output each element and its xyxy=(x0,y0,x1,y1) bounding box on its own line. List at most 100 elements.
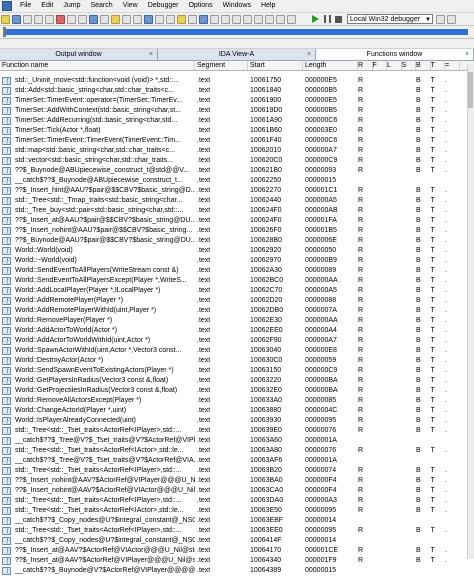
hex-icon[interactable] xyxy=(100,14,109,24)
column-start[interactable]: Start xyxy=(248,61,303,70)
struct-icon[interactable] xyxy=(111,14,120,24)
table-row[interactable]: f TimerSet::AddWithContext(std::basic_str… xyxy=(0,106,468,116)
table-row[interactable]: f ??$_Insert_at@AAU?$pair@$$CBV?$basic_st… xyxy=(0,216,468,226)
script-icon[interactable] xyxy=(177,14,186,24)
table-row[interactable]: f World::World(void) .text 10062920 00000050… xyxy=(0,246,468,256)
enum-icon[interactable] xyxy=(122,14,131,24)
table-row[interactable]: f std::_Tree<std::_Tmap_traits<std::basic… xyxy=(0,196,468,206)
close-icon[interactable]: × xyxy=(307,49,311,60)
table-row[interactable]: f World::~World(void) .text 10062970 000000B… xyxy=(0,256,468,266)
xref-icon[interactable] xyxy=(133,14,142,24)
table-row[interactable]: f __catch$??$_Tree@V?$_Tset_traits@V?$Act… xyxy=(0,436,468,446)
pause-icon[interactable] xyxy=(324,15,331,23)
strings-icon[interactable] xyxy=(155,14,164,24)
array-icon[interactable] xyxy=(254,14,263,24)
menu-jump[interactable]: Jump xyxy=(58,0,85,12)
column-flag-s[interactable]: S xyxy=(402,61,416,70)
debugger-options-icon[interactable] xyxy=(436,14,445,24)
table-row[interactable]: f std::_Tree<std::_Tset_traits<ActorRef<I… xyxy=(0,466,468,476)
table-row[interactable]: f World::DestroyActor(Actor *) .text 100630… xyxy=(0,356,468,366)
graph-icon[interactable] xyxy=(89,14,98,24)
table-row[interactable]: f World::AddLocalPlayer(Player *,ILocalPl… xyxy=(0,286,468,296)
table-row[interactable]: f ??$_Insert_nohint@AAU?$pair@$$CBV?$basi… xyxy=(0,226,468,236)
undefine-icon[interactable] xyxy=(243,14,252,24)
table-row[interactable]: f World::IsPlayerAlreadyConnected(uint) .t… xyxy=(0,416,468,426)
table-row[interactable]: f ??$_Buynode@AAU?$pair@$$CBV?$basic_stri… xyxy=(0,236,468,246)
table-row[interactable]: f World::AddRemotePlayer(Player *) .text 10… xyxy=(0,296,468,306)
breakpoint-icon[interactable] xyxy=(56,14,65,24)
table-row[interactable]: f World::RemoveAllActorsExcept(Player *).… xyxy=(0,396,468,406)
table-row[interactable]: f std::_Tree_buy<std::pair<std::basic_str… xyxy=(0,206,468,216)
menu-edit[interactable]: Edit xyxy=(36,0,58,12)
rename-icon[interactable] xyxy=(276,14,285,24)
nav-band-strip[interactable] xyxy=(6,29,468,35)
table-row[interactable]: f std::_Tree<std::_Tset_traits<ActorRef<I… xyxy=(0,496,468,506)
stop-icon[interactable] xyxy=(335,15,342,23)
table-row[interactable]: f std::_Tree<std::_Tset_traits<ActorRef<I… xyxy=(0,446,468,456)
table-row[interactable]: f World::SendEventToAllPlayersExcept(Play… xyxy=(0,276,468,286)
menu-search[interactable]: Search xyxy=(85,0,117,12)
table-row[interactable]: f World::GetProjectilesInRadius(Vector3 c… xyxy=(0,386,468,396)
text-search-icon[interactable] xyxy=(78,14,87,24)
table-row[interactable]: f __catch$??$_Buynode@V?$ActorRef@VIPlaye… xyxy=(0,566,468,576)
column-flag-t[interactable]: T xyxy=(431,61,445,70)
table-row[interactable]: f ??$_Insert_at@AAV?$ActorRef@VIPlayer@@@… xyxy=(0,556,468,566)
table-row[interactable]: f TimerSet::Tick(Actor *,float) .text 10061… xyxy=(0,126,468,136)
names-icon[interactable] xyxy=(144,14,153,24)
close-icon[interactable]: × xyxy=(465,49,469,60)
table-row[interactable]: f ??$_Insert_at@AAV?$ActorRef@VIActor@@@U… xyxy=(0,546,468,556)
data-icon[interactable] xyxy=(232,14,241,24)
table-row[interactable]: f std::map<std::basic_string<char,std::ch… xyxy=(0,146,468,156)
tab-functions-window[interactable]: Functions window × xyxy=(316,49,474,60)
table-row[interactable]: f TimerSet::AddRecurring(std::basic_strin… xyxy=(0,116,468,126)
table-row[interactable]: f std::_Uninit_move<std::function<void (v… xyxy=(0,76,468,86)
jump-icon[interactable] xyxy=(45,14,54,24)
table-row[interactable]: f __catch$??$_Tree@V?$_Tset_traits@V?$Act… xyxy=(0,456,468,466)
back-icon[interactable] xyxy=(23,14,32,24)
menu-view[interactable]: View xyxy=(118,0,143,12)
table-row[interactable]: f std::_Tree<std::_Tset_traits<ActorRef<I… xyxy=(0,526,468,536)
column-segment[interactable]: Segment xyxy=(195,61,248,70)
table-row[interactable]: f World::AddRemotePlayerWithId(uint,Playe… xyxy=(0,306,468,316)
save-icon[interactable] xyxy=(12,14,21,24)
table-row[interactable]: f __catch$??$_Copy_nodes@U?$integral_cons… xyxy=(0,536,468,546)
table-row[interactable]: f TimerSet::TimerEvent::operator=(TimerSe… xyxy=(0,96,468,106)
table-row[interactable]: f __catch$??$_Copy_nodes@U?$integral_cons… xyxy=(0,516,468,526)
column-length[interactable]: Length xyxy=(303,61,358,70)
table-row[interactable]: f std::vector<std::basic_string<char,std:… xyxy=(0,156,468,166)
table-row[interactable]: f World::GetPlayersInRadius(Vector3 const… xyxy=(0,376,468,386)
table-row[interactable]: f ??$_Insert_hint@AAU?$pair@$$CBV?$basic_… xyxy=(0,186,468,196)
function-icon[interactable] xyxy=(287,14,296,24)
table-row[interactable]: f TimerSet::TimerEvent::TimerEvent(TimerE… xyxy=(0,136,468,146)
code-icon[interactable] xyxy=(221,14,230,24)
tab-ida-view-a[interactable]: IDA View-A × xyxy=(158,49,316,60)
table-row[interactable]: f std::Add<std::basic_string<char,std::ch… xyxy=(0,86,468,96)
column-flag-f[interactable]: F xyxy=(373,61,387,70)
column-flag-eq[interactable]: = xyxy=(445,61,460,70)
menu-file[interactable]: File xyxy=(15,0,36,12)
table-row[interactable]: f World::RemovePlayer(Player *) .text 10062… xyxy=(0,316,468,326)
column-flag-b[interactable]: B xyxy=(416,61,431,70)
scrollbar-thumb[interactable] xyxy=(468,72,473,108)
comment-icon[interactable] xyxy=(265,14,274,24)
table-row[interactable]: f World::SpawnActorWithId(uint,Actor *,Ve… xyxy=(0,346,468,356)
search-icon[interactable] xyxy=(67,14,76,24)
proximity-icon[interactable] xyxy=(210,14,219,24)
attach-icon[interactable] xyxy=(447,14,456,24)
navigation-band[interactable] xyxy=(0,26,474,39)
plugin-icon[interactable] xyxy=(188,14,197,24)
column-flag-l[interactable]: L xyxy=(387,61,402,70)
column-function-name[interactable]: Function name xyxy=(0,61,195,70)
table-row[interactable]: f World::AddActorToWorld(Actor *) .text 100… xyxy=(0,326,468,336)
table-row[interactable]: f ??$_Buynode@ABUpiecewise_construct_t@st… xyxy=(0,166,468,176)
vertical-scrollbar[interactable] xyxy=(467,64,474,559)
forward-icon[interactable] xyxy=(34,14,43,24)
table-row[interactable]: f std::_Tree<std::_Tset_traits<ActorRef<I… xyxy=(0,426,468,436)
tab-output-window[interactable]: Output window × xyxy=(0,49,158,60)
table-row[interactable]: f World::SendEventToAllPlayers(WriteStrea… xyxy=(0,266,468,276)
menu-help[interactable]: Help xyxy=(256,0,280,12)
pseudocode-icon[interactable] xyxy=(199,14,208,24)
segments-icon[interactable] xyxy=(166,14,175,24)
table-row[interactable]: f World::AddActorToWorldWithId(uint,Actor… xyxy=(0,336,468,346)
menu-windows[interactable]: Windows xyxy=(218,0,256,12)
